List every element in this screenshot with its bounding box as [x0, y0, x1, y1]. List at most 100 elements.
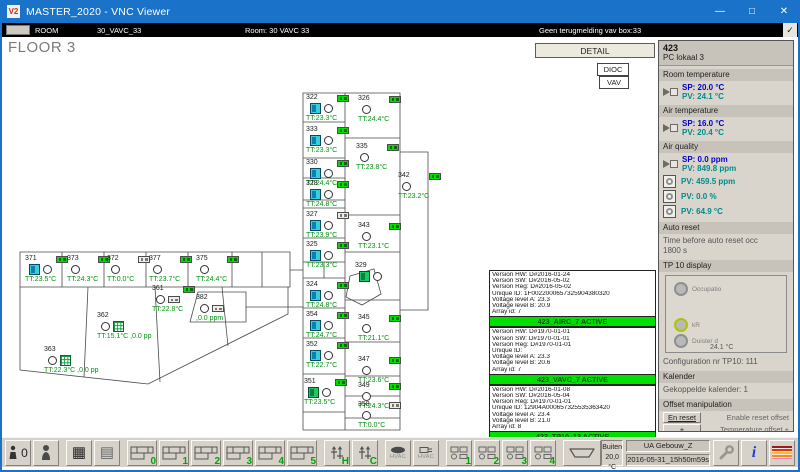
- room-362[interactable]: 362TT:15.1°C ,0.0 pp: [97, 312, 143, 340]
- vav-box-icon[interactable]: [310, 103, 321, 114]
- temp-sensor-icon[interactable]: [362, 324, 371, 333]
- temp-sensor-icon[interactable]: [362, 411, 371, 420]
- room-354[interactable]: 354TT:24.7°C: [306, 311, 352, 339]
- radiator-icon[interactable]: [60, 355, 71, 366]
- topbar-button[interactable]: [6, 25, 30, 35]
- taskbar-grid-view-dark-button[interactable]: ▦: [66, 440, 92, 466]
- detail-button[interactable]: DETAIL: [535, 43, 655, 58]
- room-335[interactable]: 335TT:23.8°C: [356, 143, 402, 171]
- close-button[interactable]: ✕: [768, 0, 800, 23]
- temp-sensor-icon[interactable]: [324, 136, 333, 145]
- taskbar-floor-4-button[interactable]: 4: [255, 440, 285, 466]
- temp-sensor-icon[interactable]: [362, 392, 371, 401]
- check-icon[interactable]: ✓: [783, 23, 797, 37]
- vav-box-icon[interactable]: [310, 290, 321, 301]
- taskbar-language-flag-button[interactable]: [769, 440, 795, 466]
- taskbar-floor-5-button[interactable]: 5: [287, 440, 317, 466]
- vav-box-icon[interactable]: [310, 135, 321, 146]
- taskbar-info-counter-button[interactable]: 0: [5, 440, 31, 466]
- room-324[interactable]: 324TT:24.8°C: [306, 281, 352, 309]
- room-347[interactable]: 347TT:23.6°C: [358, 356, 404, 384]
- damper-icon[interactable]: [663, 88, 678, 96]
- room-372[interactable]: 372TT:0.0°C: [107, 255, 153, 283]
- taskbar-user-statue-button[interactable]: [33, 440, 59, 466]
- room-351[interactable]: 351TT:23.5°C: [304, 378, 350, 406]
- taskbar-plant-3-button[interactable]: 3: [502, 440, 528, 466]
- vav-box-icon[interactable]: [308, 387, 319, 398]
- taskbar-hvac-air-button[interactable]: HVAC: [385, 440, 411, 466]
- room-328[interactable]: 328TT:24.8°C: [306, 180, 352, 208]
- vav-box-icon[interactable]: [310, 320, 321, 331]
- temp-sensor-icon[interactable]: [156, 295, 165, 304]
- taskbar-plant-2-button[interactable]: 2: [474, 440, 500, 466]
- taskbar-floor-0-button[interactable]: 0: [127, 440, 157, 466]
- vav-box-icon[interactable]: [310, 220, 321, 231]
- damper-icon[interactable]: [663, 124, 678, 132]
- radiator-icon[interactable]: [113, 321, 124, 332]
- temp-sensor-icon[interactable]: [362, 105, 371, 114]
- temp-sensor-icon[interactable]: [360, 153, 369, 162]
- temp-offset-plus-button[interactable]: +: [663, 424, 701, 432]
- temp-sensor-icon[interactable]: [324, 190, 333, 199]
- taskbar-floor-1-button[interactable]: 1: [159, 440, 189, 466]
- temp-sensor-icon[interactable]: [362, 232, 371, 241]
- room-377[interactable]: 377TT:23.7°C: [149, 255, 195, 283]
- taskbar-hvac-power-button[interactable]: HVAC: [413, 440, 439, 466]
- room-329[interactable]: 329: [355, 262, 401, 283]
- room-382[interactable]: 382,0.0 ppm: [196, 294, 242, 322]
- taskbar-floor-3-button[interactable]: 3: [223, 440, 253, 466]
- minimize-button[interactable]: —: [704, 0, 736, 23]
- taskbar-floor-2-button[interactable]: 2: [191, 440, 221, 466]
- room-322[interactable]: 322TT:23.3°C: [306, 94, 352, 122]
- temp-sensor-icon[interactable]: [324, 321, 333, 330]
- temp-sensor-icon[interactable]: [43, 265, 52, 274]
- enable-reset-offset-button[interactable]: En reset: [663, 412, 701, 423]
- taskbar-heating-button[interactable]: H: [324, 440, 350, 466]
- taskbar-info-button[interactable]: i: [741, 440, 767, 466]
- room-358[interactable]: 358TT:0.0°C: [358, 401, 404, 429]
- room-333[interactable]: 333TT:23.3°C: [306, 126, 352, 154]
- damper-icon[interactable]: [663, 160, 678, 168]
- room-326[interactable]: 326TT:24.4°C: [358, 95, 404, 123]
- vav-box-icon[interactable]: [310, 168, 321, 179]
- room-361[interactable]: 361TT:22.8°C: [152, 285, 198, 313]
- taskbar-grid-view-light-button[interactable]: ▤: [94, 440, 120, 466]
- taskbar-boat-button[interactable]: [563, 440, 601, 466]
- temp-sensor-icon[interactable]: [48, 356, 57, 365]
- temp-sensor-icon[interactable]: [71, 265, 80, 274]
- temp-sensor-icon[interactable]: [153, 265, 162, 274]
- temp-sensor-icon[interactable]: [324, 251, 333, 260]
- room-345[interactable]: 345TT:21.1°C: [358, 314, 404, 342]
- temp-sensor-icon[interactable]: [324, 221, 333, 230]
- room-352[interactable]: 352TT:22.7°C: [306, 341, 352, 369]
- temp-sensor-icon[interactable]: [324, 169, 333, 178]
- temp-sensor-icon[interactable]: [362, 366, 371, 375]
- temp-sensor-icon[interactable]: [322, 388, 331, 397]
- taskbar-plant-4-button[interactable]: 4: [530, 440, 556, 466]
- room-371[interactable]: 371TT:23.5°C: [25, 255, 71, 283]
- taskbar-tools-button[interactable]: [713, 440, 739, 466]
- temp-sensor-icon[interactable]: [111, 265, 120, 274]
- temp-sensor-icon[interactable]: [324, 104, 333, 113]
- vav-box-icon[interactable]: [29, 264, 40, 275]
- room-327[interactable]: 327TT:23.9°C: [306, 211, 352, 239]
- vav-box-icon[interactable]: [310, 350, 321, 361]
- vav-box-icon[interactable]: [310, 189, 321, 200]
- temp-sensor-icon[interactable]: [200, 265, 209, 274]
- vav-box-icon[interactable]: [359, 271, 370, 282]
- taskbar-cooling-button[interactable]: C: [352, 440, 378, 466]
- taskbar-plant-1-button[interactable]: 1: [446, 440, 472, 466]
- vav-box-icon[interactable]: [310, 250, 321, 261]
- room-342[interactable]: 342TT:23.2°C: [398, 172, 444, 200]
- room-363[interactable]: 363TT:22.3°C ,0.0 pp: [44, 346, 90, 374]
- temp-sensor-icon[interactable]: [324, 291, 333, 300]
- temp-sensor-icon[interactable]: [324, 351, 333, 360]
- temp-sensor-icon[interactable]: [200, 304, 209, 313]
- maximize-button[interactable]: □: [736, 0, 768, 23]
- room-375[interactable]: 375TT:24.4°C: [196, 255, 242, 283]
- room-343[interactable]: 343TT:23.1°C: [358, 222, 404, 250]
- temp-sensor-icon[interactable]: [373, 272, 382, 281]
- temp-sensor-icon[interactable]: [101, 322, 110, 331]
- room-325[interactable]: 325TT:23.3°C: [306, 241, 352, 269]
- temp-sensor-icon[interactable]: [402, 182, 411, 191]
